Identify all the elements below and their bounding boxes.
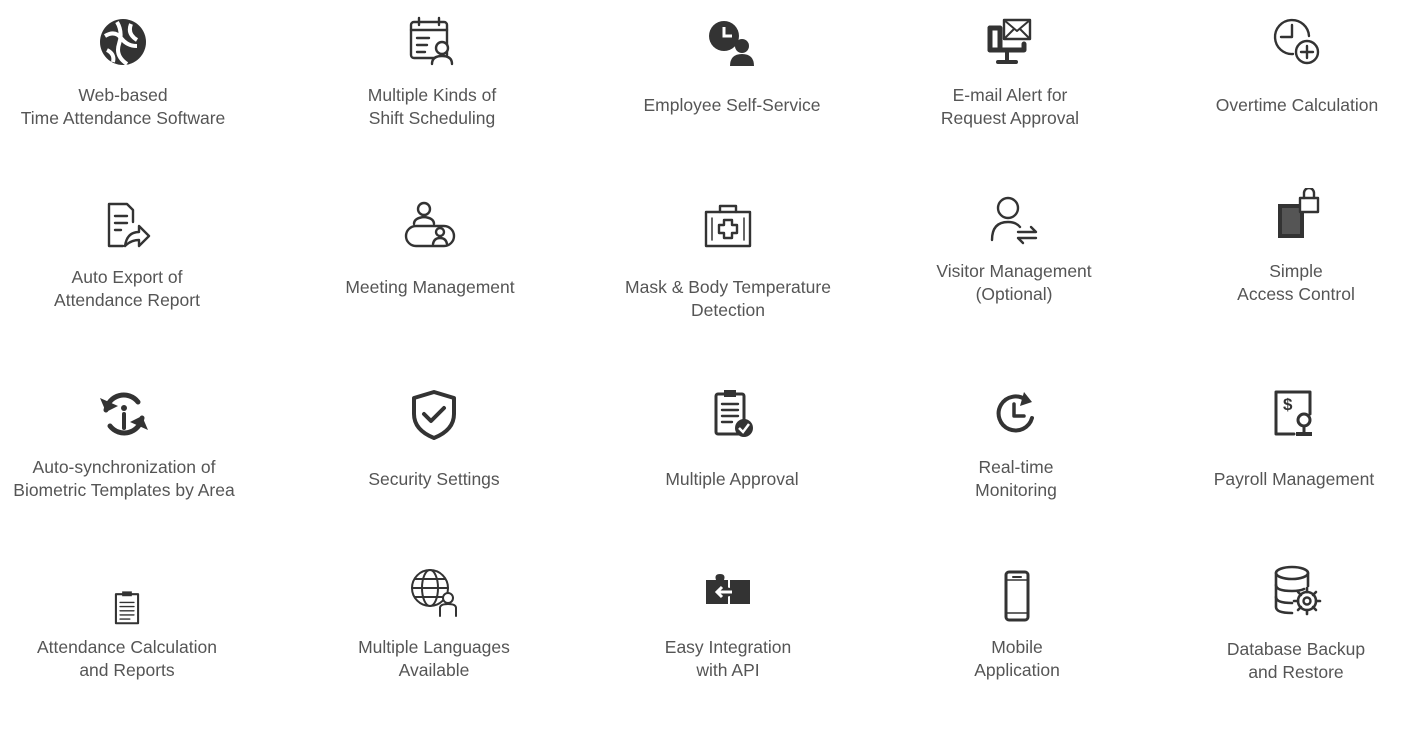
feature-label: Mobile Application: [887, 636, 1147, 682]
feature-realtime-monitoring: Real-time Monitoring: [886, 386, 1146, 546]
feature-label-line: Monitoring: [975, 480, 1057, 500]
feature-label-line: Security Settings: [368, 469, 500, 489]
feature-label: Visitor Management (Optional): [884, 260, 1144, 306]
visitor-swap-icon: [986, 192, 1042, 248]
feature-mobile-app: Mobile Application: [887, 568, 1147, 728]
feature-label-line: Access Control: [1237, 284, 1355, 304]
feature-label-line: Auto Export of: [71, 267, 183, 287]
feature-label-line: Easy Integration: [664, 637, 792, 657]
feature-web-based: Web-based Time Attendance Software: [0, 14, 253, 174]
feature-label-line: (Optional): [975, 284, 1053, 304]
mobile-phone-icon: [989, 568, 1045, 624]
feature-label-line: Mobile: [991, 637, 1043, 657]
feature-security: Security Settings: [304, 386, 564, 546]
feature-label: Real-time Monitoring: [886, 456, 1146, 502]
feature-label-line: Request Approval: [940, 108, 1080, 128]
feature-label: Security Settings: [304, 468, 564, 491]
feature-label: Attendance Calculation and Reports: [0, 636, 257, 682]
feature-api-integration: Easy Integration with API: [598, 564, 858, 724]
feature-access-control: Simple Access Control: [1166, 186, 1407, 346]
feature-label-line: Attendance Calculation: [37, 637, 217, 657]
feature-multiple-approval: Multiple Approval: [602, 386, 862, 546]
feature-label: Meeting Management: [300, 276, 560, 299]
email-alert-monitor-icon: [982, 14, 1038, 70]
feature-label-line: Overtime Calculation: [1215, 95, 1379, 115]
feature-label-line: Available: [398, 660, 470, 680]
clock-refresh-icon: [988, 386, 1044, 442]
feature-employee-self-service: Employee Self-Service: [602, 14, 862, 174]
feature-overtime: Overtime Calculation: [1167, 14, 1407, 174]
feature-label: Employee Self-Service: [602, 94, 862, 117]
shift-calendar-icon: [404, 14, 460, 70]
feature-mask-temperature: Mask & Body Temperature Detection: [598, 198, 858, 358]
feature-label-line: and Restore: [1248, 662, 1344, 682]
feature-label-line: with API: [696, 660, 760, 680]
feature-label: Overtime Calculation: [1167, 94, 1407, 117]
feature-label-line: Shift Scheduling: [368, 108, 496, 128]
medical-kit-icon: [700, 198, 756, 254]
shield-check-icon: [406, 386, 462, 442]
employee-clock-icon: [704, 14, 760, 70]
feature-label-line: Attendance Report: [54, 290, 200, 310]
puzzle-icon: [700, 564, 756, 620]
feature-database-backup: Database Backup and Restore: [1166, 562, 1407, 722]
feature-label: Simple Access Control: [1166, 260, 1407, 306]
feature-attendance-calculation: Attendance Calculation and Reports: [0, 572, 257, 732]
feature-auto-sync: Auto-synchronization of Biometric Templa…: [0, 386, 254, 546]
feature-shift-scheduling: Multiple Kinds of Shift Scheduling: [302, 14, 562, 174]
feature-meeting: Meeting Management: [300, 198, 560, 358]
meeting-icon: [402, 198, 458, 254]
globe-person-icon: [406, 564, 462, 620]
feature-label-line: Multiple Approval: [665, 469, 799, 489]
feature-label: Database Backup and Restore: [1166, 638, 1407, 684]
feature-label: Multiple Languages Available: [304, 636, 564, 682]
feature-label-line: and Reports: [79, 660, 175, 680]
database-gear-icon: [1268, 562, 1324, 618]
feature-label-line: Payroll Management: [1213, 469, 1375, 489]
feature-label: Multiple Kinds of Shift Scheduling: [302, 84, 562, 130]
feature-label: E-mail Alert for Request Approval: [880, 84, 1140, 130]
feature-label-line: Detection: [691, 300, 765, 320]
feature-label-line: Application: [974, 660, 1060, 680]
feature-label-line: E-mail Alert for: [952, 85, 1068, 105]
feature-visitor: Visitor Management (Optional): [884, 192, 1144, 352]
feature-label: Multiple Approval: [602, 468, 862, 491]
clock-plus-icon: [1269, 14, 1325, 70]
export-report-icon: [99, 198, 155, 254]
svg-text:$: $: [1283, 395, 1293, 414]
sync-icon: [96, 386, 152, 442]
globe-icon: [95, 14, 151, 70]
door-lock-icon: [1268, 186, 1324, 242]
feature-label: Auto-synchronization of Biometric Templa…: [0, 456, 254, 502]
feature-label-line: Visitor Management: [936, 261, 1092, 281]
feature-auto-export: Auto Export of Attendance Report: [0, 198, 257, 358]
feature-email-alert: E-mail Alert for Request Approval: [880, 14, 1140, 174]
feature-label-line: Meeting Management: [345, 277, 515, 297]
feature-label-line: Web-based: [78, 85, 168, 105]
feature-payroll: $ Payroll Management: [1164, 386, 1407, 546]
feature-label: Mask & Body Temperature Detection: [598, 276, 858, 322]
feature-grid: Web-based Time Attendance Software Multi…: [0, 0, 1407, 682]
feature-label-line: Database Backup: [1226, 639, 1366, 659]
feature-label-line: Multiple Languages: [358, 637, 510, 657]
feature-label-line: Employee Self-Service: [643, 95, 821, 115]
feature-label-line: Multiple Kinds of: [367, 85, 497, 105]
feature-multiple-languages: Multiple Languages Available: [304, 564, 564, 724]
feature-label-line: Simple: [1269, 261, 1323, 281]
feature-label: Payroll Management: [1164, 468, 1407, 491]
feature-label-line: Auto-synchronization of: [32, 457, 216, 477]
feature-label-line: Time Attendance Software: [20, 108, 226, 128]
feature-label: Easy Integration with API: [598, 636, 858, 682]
feature-label: Web-based Time Attendance Software: [0, 84, 253, 130]
clipboard-list-icon: [99, 580, 155, 636]
feature-label-line: Real-time: [978, 457, 1054, 477]
payroll-icon: $: [1266, 386, 1322, 442]
clipboard-check-icon: [704, 386, 760, 442]
feature-label-line: Biometric Templates by Area: [13, 480, 235, 500]
feature-label-line: Mask & Body Temperature: [625, 277, 831, 297]
feature-label: Auto Export of Attendance Report: [0, 266, 257, 312]
